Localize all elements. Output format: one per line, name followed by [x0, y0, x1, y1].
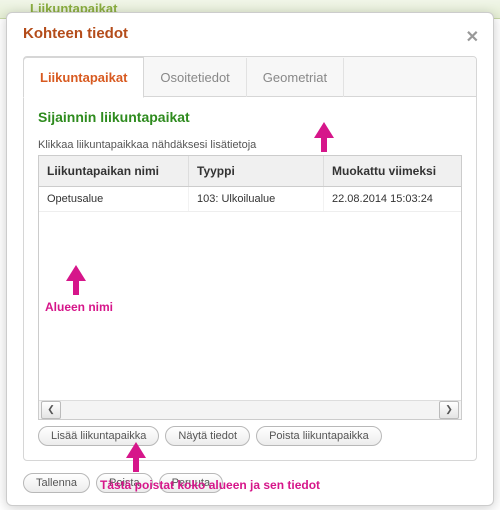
tab-panel: Sijainnin liikuntapaikat Klikkaa liikunt…	[24, 97, 476, 460]
grid-header-row: Liikuntapaikan nimi Tyyppi Muokattu viim…	[39, 156, 461, 187]
horizontal-scrollbar[interactable]: ❮ ❯	[39, 400, 461, 419]
table-row[interactable]: Opetusalue 103: Ulkoilualue 22.08.2014 1…	[39, 187, 461, 212]
tab-geometriat[interactable]: Geometriat	[247, 58, 344, 97]
scroll-left-icon[interactable]: ❮	[41, 401, 61, 419]
cell-modified: 22.08.2014 15:03:24	[324, 187, 461, 211]
delete-button[interactable]: Poista	[96, 473, 153, 493]
tabstrip: Liikuntapaikat Osoitetiedot Geometriat	[24, 57, 476, 97]
dialog-body: Liikuntapaikat Osoitetiedot Geometriat S…	[23, 56, 477, 461]
col-header-name[interactable]: Liikuntapaikan nimi	[39, 156, 189, 186]
col-header-modified[interactable]: Muokattu viimeksi	[324, 156, 461, 186]
section-title: Sijainnin liikuntapaikat	[38, 109, 462, 125]
save-button[interactable]: Tallenna	[23, 473, 90, 493]
panel-button-row: Lisää liikuntapaikka Näytä tiedot Poista…	[38, 426, 462, 446]
col-header-type[interactable]: Tyyppi	[189, 156, 324, 186]
add-place-button[interactable]: Lisää liikuntapaikka	[38, 426, 159, 446]
grid-hint: Klikkaa liikuntapaikkaa nähdäksesi lisät…	[38, 139, 462, 151]
dialog-footer: Tallenna Poista Peruuta	[7, 471, 493, 505]
cell-name: Opetusalue	[39, 187, 189, 211]
close-icon[interactable]: ✕	[466, 27, 479, 47]
dialog-title: Kohteen tiedot	[23, 25, 128, 42]
cancel-button[interactable]: Peruuta	[159, 473, 224, 493]
dialog: Kohteen tiedot ✕ Liikuntapaikat Osoiteti…	[6, 12, 494, 506]
cell-type: 103: Ulkoilualue	[189, 187, 324, 211]
scroll-right-icon[interactable]: ❯	[439, 401, 459, 419]
dialog-header: Kohteen tiedot ✕	[7, 13, 493, 50]
tab-osoitetiedot[interactable]: Osoitetiedot	[144, 58, 246, 97]
remove-place-button[interactable]: Poista liikuntapaikka	[256, 426, 382, 446]
show-details-button[interactable]: Näytä tiedot	[165, 426, 250, 446]
grid-body: Opetusalue 103: Ulkoilualue 22.08.2014 1…	[39, 187, 461, 400]
data-grid: Liikuntapaikan nimi Tyyppi Muokattu viim…	[38, 155, 462, 420]
tab-liikuntapaikat[interactable]: Liikuntapaikat	[23, 57, 144, 98]
